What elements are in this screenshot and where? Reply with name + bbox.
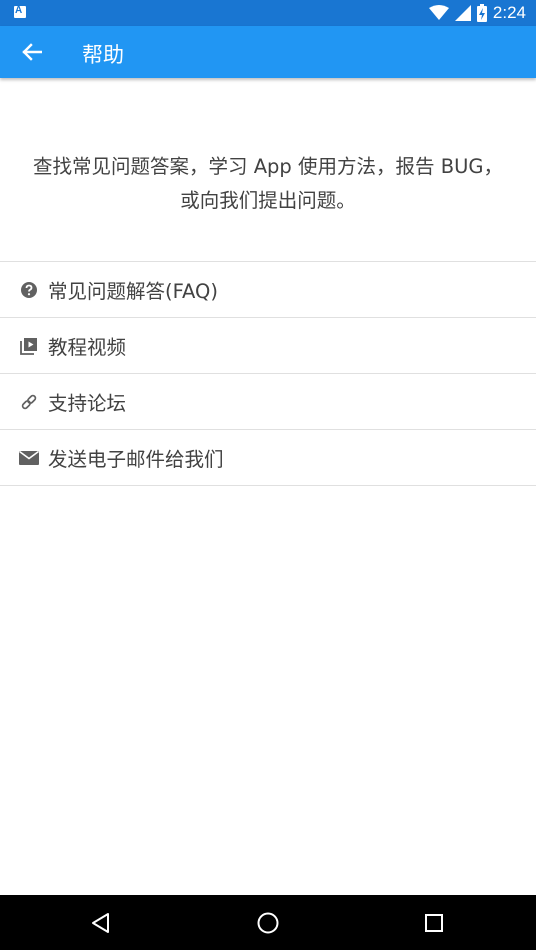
help-menu: 常见问题解答(FAQ) 教程视频 支持论坛 发送电子邮件给我们 (0, 261, 536, 486)
menu-item-label: 发送电子邮件给我们 (48, 448, 224, 471)
status-time: 2:24 (492, 3, 526, 22)
notification-a-icon (14, 5, 26, 18)
nav-recents-button[interactable] (418, 907, 450, 939)
video-library-icon (19, 336, 39, 356)
divider (0, 485, 536, 486)
menu-item-label: 常见问题解答(FAQ) (48, 280, 218, 303)
help-description-line-1: 查找常见问题答案，学习 App 使用方法，报告 BUG， (33, 155, 503, 178)
arrow-back-icon (22, 43, 42, 61)
help-description: 查找常见问题答案，学习 App 使用方法，报告 BUG， 或向我们提出问题。 (0, 150, 536, 218)
menu-item-email-us[interactable]: 发送电子邮件给我们 (0, 430, 536, 485)
wifi-icon (428, 5, 449, 20)
home-circle-icon (257, 912, 279, 934)
back-triangle-icon (92, 913, 109, 933)
menu-item-label: 支持论坛 (48, 392, 127, 415)
menu-item-tutorial-videos[interactable]: 教程视频 (0, 318, 536, 373)
menu-item-faq[interactable]: 常见问题解答(FAQ) (0, 262, 536, 317)
nav-back-button[interactable] (85, 907, 117, 939)
cellular-signal-icon (454, 5, 471, 21)
recents-square-icon (425, 914, 443, 932)
back-button[interactable] (14, 38, 50, 66)
nav-home-button[interactable] (252, 907, 284, 939)
help-circle-icon (19, 280, 39, 300)
link-icon (19, 392, 39, 412)
system-nav-bar (0, 895, 536, 950)
status-bar: 2:24 (0, 0, 536, 26)
help-description-line-2: 或向我们提出问题。 (180, 189, 356, 212)
menu-item-support-forum[interactable]: 支持论坛 (0, 374, 536, 429)
battery-charging-icon (476, 4, 487, 22)
menu-item-label: 教程视频 (48, 336, 127, 359)
email-icon (19, 448, 39, 468)
page-title: 帮助 (82, 43, 124, 67)
app-bar: 帮助 (0, 26, 536, 78)
